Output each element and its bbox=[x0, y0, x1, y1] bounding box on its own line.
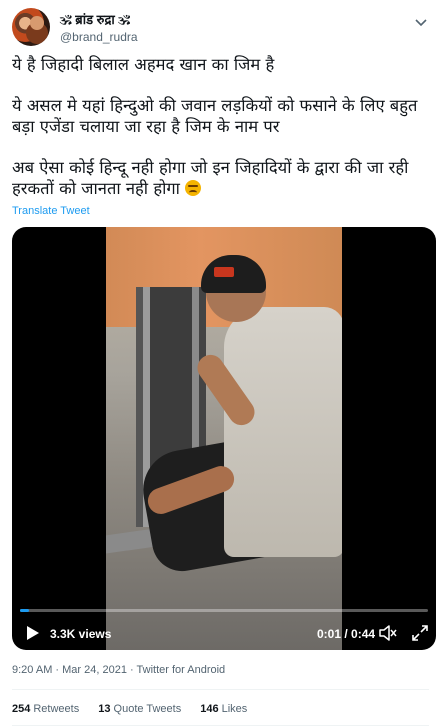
video-time: 0:01 / 0:44 bbox=[317, 627, 376, 641]
tweet-timestamp[interactable]: 9:20 AM · Mar 24, 2021 · Twitter for And… bbox=[12, 664, 225, 676]
retweets-stat[interactable]: 254 Retweets bbox=[12, 703, 79, 715]
user-handle[interactable]: @brand_rudra bbox=[60, 30, 138, 44]
display-name[interactable]: 🕉 ब्रांड रुद्रा 🕉 bbox=[60, 10, 138, 28]
user-info[interactable]: 🕉 ब्रांड रुद्रा 🕉 @brand_rudra bbox=[60, 10, 138, 44]
avatar[interactable] bbox=[12, 8, 50, 46]
quote-tweets-count: 13 bbox=[98, 703, 111, 715]
likes-label: Likes bbox=[221, 703, 248, 715]
tweet-text-line1: ये है जिहादी बिलाल अहमद खान का जिम है bbox=[12, 55, 275, 74]
tweet-header: 🕉 ब्रांड रुद्रा 🕉 @brand_rudra bbox=[12, 8, 429, 48]
angry-face-emoji-icon bbox=[185, 180, 202, 196]
view-count: 3.3K views bbox=[50, 627, 112, 641]
tweet-text-paragraph3: अब ऐसा कोई हिन्दू नही होगा जो इन जिहादिय… bbox=[12, 157, 429, 199]
quote-tweets-label: Quote Tweets bbox=[113, 703, 182, 715]
video-progress-fill bbox=[20, 609, 30, 612]
divider bbox=[12, 689, 429, 690]
tweet-text: ये है जिहादी बिलाल अहमद खान का जिम है ये… bbox=[12, 54, 429, 199]
video-progress-bar[interactable] bbox=[20, 609, 428, 612]
video-player[interactable]: 3.3K views 0:01 / 0:44 bbox=[12, 227, 436, 650]
tweet-text-paragraph3-text: अब ऐसा कोई हिन्दू नही होगा जो इन जिहादिय… bbox=[12, 158, 409, 198]
video-frame bbox=[106, 227, 342, 650]
expand-icon[interactable] bbox=[410, 623, 430, 643]
tweet-text-paragraph2: ये असल मे यहां हिन्दुओ की जवान लड़कियों … bbox=[12, 96, 418, 136]
retweets-count: 254 bbox=[12, 703, 31, 715]
translate-tweet-link[interactable]: Translate Tweet bbox=[12, 205, 90, 217]
likes-stat[interactable]: 146 Likes bbox=[200, 703, 247, 715]
retweets-label: Retweets bbox=[33, 703, 80, 715]
chevron-down-icon[interactable] bbox=[413, 14, 429, 30]
tweet-stats: 254 Retweets 13 Quote Tweets 146 Likes bbox=[12, 703, 263, 715]
mute-icon[interactable] bbox=[378, 623, 398, 643]
likes-count: 146 bbox=[200, 703, 219, 715]
play-icon[interactable] bbox=[26, 625, 40, 641]
quote-tweets-stat[interactable]: 13 Quote Tweets bbox=[98, 703, 181, 715]
